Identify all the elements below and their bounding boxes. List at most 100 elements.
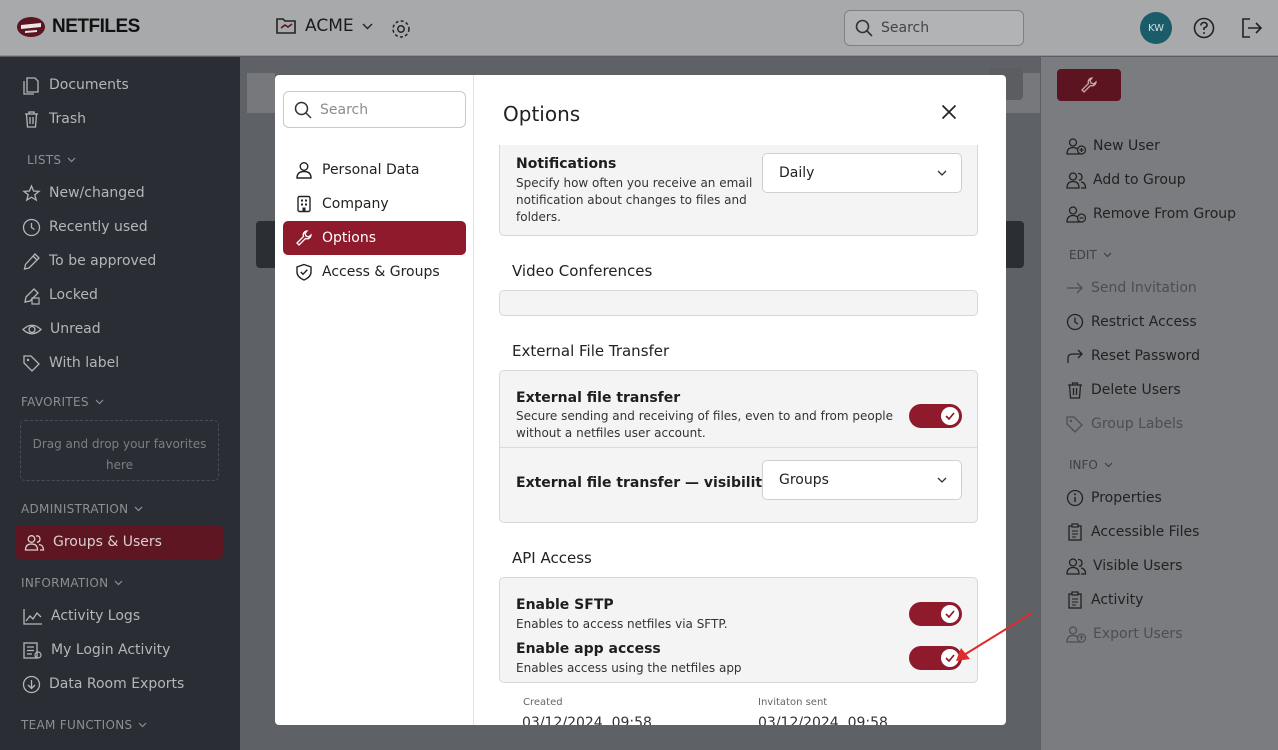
delete-users-button[interactable]: Delete Users bbox=[1065, 378, 1181, 402]
section-label: EDIT bbox=[1069, 248, 1097, 262]
sidebar-item-data-room-exports[interactable]: Data Room Exports bbox=[22, 671, 184, 697]
sidebar-item-my-login-activity[interactable]: My Login Activity bbox=[22, 637, 170, 663]
chevron-down-icon bbox=[1104, 462, 1113, 468]
wrench-icon bbox=[1081, 77, 1097, 93]
close-button[interactable] bbox=[941, 104, 957, 120]
search-icon bbox=[294, 101, 312, 119]
clipboard-icon bbox=[1068, 523, 1082, 541]
dialog-nav-label: Options bbox=[322, 230, 377, 246]
new-user-button[interactable]: New User bbox=[1065, 134, 1160, 158]
section-label: TEAM FUNCTIONS bbox=[21, 718, 133, 732]
list-icon bbox=[23, 641, 42, 659]
external-file-transfer-card: External file transfer Secure sending an… bbox=[499, 370, 978, 523]
select-value: Daily bbox=[779, 165, 815, 181]
dialog-nav-personal-data[interactable]: Personal Data bbox=[283, 153, 466, 187]
created-label: Created bbox=[523, 697, 563, 708]
close-icon bbox=[941, 104, 957, 120]
help-button[interactable] bbox=[1193, 17, 1215, 39]
chevron-down-icon bbox=[67, 157, 76, 163]
external-visibility-select[interactable]: Groups bbox=[762, 460, 962, 500]
sidebar-item-label: Unread bbox=[50, 321, 101, 337]
restrict-access-button[interactable]: Restrict Access bbox=[1065, 310, 1197, 334]
external-transfer-title: External file transfer bbox=[516, 390, 681, 406]
accessible-files-button[interactable]: Accessible Files bbox=[1065, 520, 1199, 544]
section-label: ADMINISTRATION bbox=[21, 502, 129, 516]
edit-section-header[interactable]: EDIT bbox=[1069, 248, 1112, 262]
dialog-nav-company[interactable]: Company bbox=[283, 187, 466, 221]
sidebar-item-trash[interactable]: Trash bbox=[22, 106, 86, 132]
chevron-down-icon bbox=[937, 477, 947, 483]
external-transfer-toggle[interactable] bbox=[909, 404, 962, 428]
favorites-drop-zone[interactable]: Drag and drop your favorites here bbox=[20, 420, 219, 481]
reset-password-button[interactable]: Reset Password bbox=[1065, 344, 1200, 368]
chevron-down-icon bbox=[115, 580, 123, 586]
sftp-title: Enable SFTP bbox=[516, 597, 614, 613]
star-icon bbox=[22, 183, 41, 201]
options-dialog: Search Personal Data Company Options Acc… bbox=[275, 75, 1006, 725]
chart-icon bbox=[23, 608, 42, 625]
dialog-nav-label: Personal Data bbox=[322, 162, 420, 178]
created-value: 03/12/2024, 09:58 bbox=[522, 715, 652, 725]
sidebar-item-locked[interactable]: Locked bbox=[22, 282, 98, 308]
favorites-section-header[interactable]: FAVORITES bbox=[21, 395, 104, 409]
logout-button[interactable] bbox=[1240, 17, 1264, 39]
sidebar-item-recently-used[interactable]: Recently used bbox=[22, 214, 148, 240]
app-access-description: Enables access using the netfiles app bbox=[516, 661, 742, 675]
information-section-header[interactable]: INFORMATION bbox=[21, 576, 123, 590]
sidebar-item-label: Documents bbox=[49, 77, 129, 93]
sidebar-item-label: Groups & Users bbox=[53, 534, 162, 550]
action-label: Activity bbox=[1091, 592, 1144, 608]
info-section-header[interactable]: INFO bbox=[1069, 458, 1113, 472]
building-icon bbox=[297, 195, 311, 213]
sidebar-item-activity-logs[interactable]: Activity Logs bbox=[22, 603, 140, 629]
administration-section-header[interactable]: ADMINISTRATION bbox=[21, 502, 143, 516]
properties-button[interactable]: Properties bbox=[1065, 486, 1162, 510]
team-functions-section-header[interactable]: TEAM FUNCTIONS bbox=[21, 718, 147, 732]
clock-icon bbox=[1066, 313, 1084, 331]
tag-icon bbox=[23, 354, 40, 372]
toggle-knob bbox=[941, 407, 959, 425]
lists-section-header[interactable]: LISTS bbox=[27, 153, 76, 167]
workspace-settings-button[interactable] bbox=[390, 18, 412, 40]
sidebar-item-new-changed[interactable]: New/changed bbox=[22, 180, 145, 206]
avatar[interactable]: KW bbox=[1140, 12, 1172, 44]
dialog-nav-access-groups[interactable]: Access & Groups bbox=[283, 255, 466, 289]
sidebar-item-documents[interactable]: Documents bbox=[22, 72, 129, 98]
chevron-down-icon bbox=[1103, 252, 1112, 258]
global-search-input[interactable]: Search bbox=[844, 10, 1024, 46]
users-icon bbox=[1066, 558, 1087, 575]
sidebar-item-with-label[interactable]: With label bbox=[22, 350, 119, 376]
folder-icon bbox=[276, 18, 296, 34]
person-icon bbox=[296, 162, 312, 179]
sidebar-item-groups-users[interactable]: Groups & Users bbox=[24, 529, 162, 555]
sidebar-item-label: Data Room Exports bbox=[49, 676, 185, 692]
users-icon bbox=[1066, 172, 1087, 189]
workspace-name: ACME bbox=[305, 16, 354, 36]
notifications-title: Notifications bbox=[516, 156, 617, 172]
visible-users-button[interactable]: Visible Users bbox=[1065, 554, 1182, 578]
sidebar-item-label: To be approved bbox=[49, 253, 157, 269]
workspace-selector[interactable]: ACME bbox=[275, 16, 373, 36]
dialog-search-input[interactable]: Search bbox=[283, 91, 466, 128]
export-users-button[interactable]: Export Users bbox=[1065, 622, 1182, 646]
invitation-sent-value: 03/12/2024, 09:58 bbox=[758, 715, 888, 725]
sidebar-item-to-be-approved[interactable]: To be approved bbox=[22, 248, 156, 274]
search-icon bbox=[855, 19, 873, 37]
sidebar-item-unread[interactable]: Unread bbox=[22, 316, 101, 342]
select-value: Groups bbox=[779, 472, 829, 488]
add-to-group-button[interactable]: Add to Group bbox=[1065, 168, 1186, 192]
brand-name: NETFILES bbox=[52, 16, 140, 37]
action-label: New User bbox=[1093, 138, 1160, 154]
netfiles-logo[interactable]: NETFILES bbox=[16, 16, 140, 38]
dialog-nav-options[interactable]: Options bbox=[283, 221, 466, 255]
remove-from-group-button[interactable]: Remove From Group bbox=[1065, 202, 1236, 226]
activity-button[interactable]: Activity bbox=[1065, 588, 1143, 612]
send-invitation-button[interactable]: Send Invitation bbox=[1065, 276, 1197, 300]
dialog-title: Options bbox=[503, 102, 581, 126]
action-label: Properties bbox=[1091, 490, 1162, 506]
notifications-frequency-select[interactable]: Daily bbox=[762, 153, 962, 193]
notifications-card: Notifications Specify how often you rece… bbox=[499, 145, 978, 236]
external-transfer-description: Secure sending and receiving of files, e… bbox=[516, 409, 894, 440]
options-tool-button[interactable] bbox=[1057, 69, 1121, 101]
group-labels-button[interactable]: Group Labels bbox=[1065, 412, 1183, 436]
